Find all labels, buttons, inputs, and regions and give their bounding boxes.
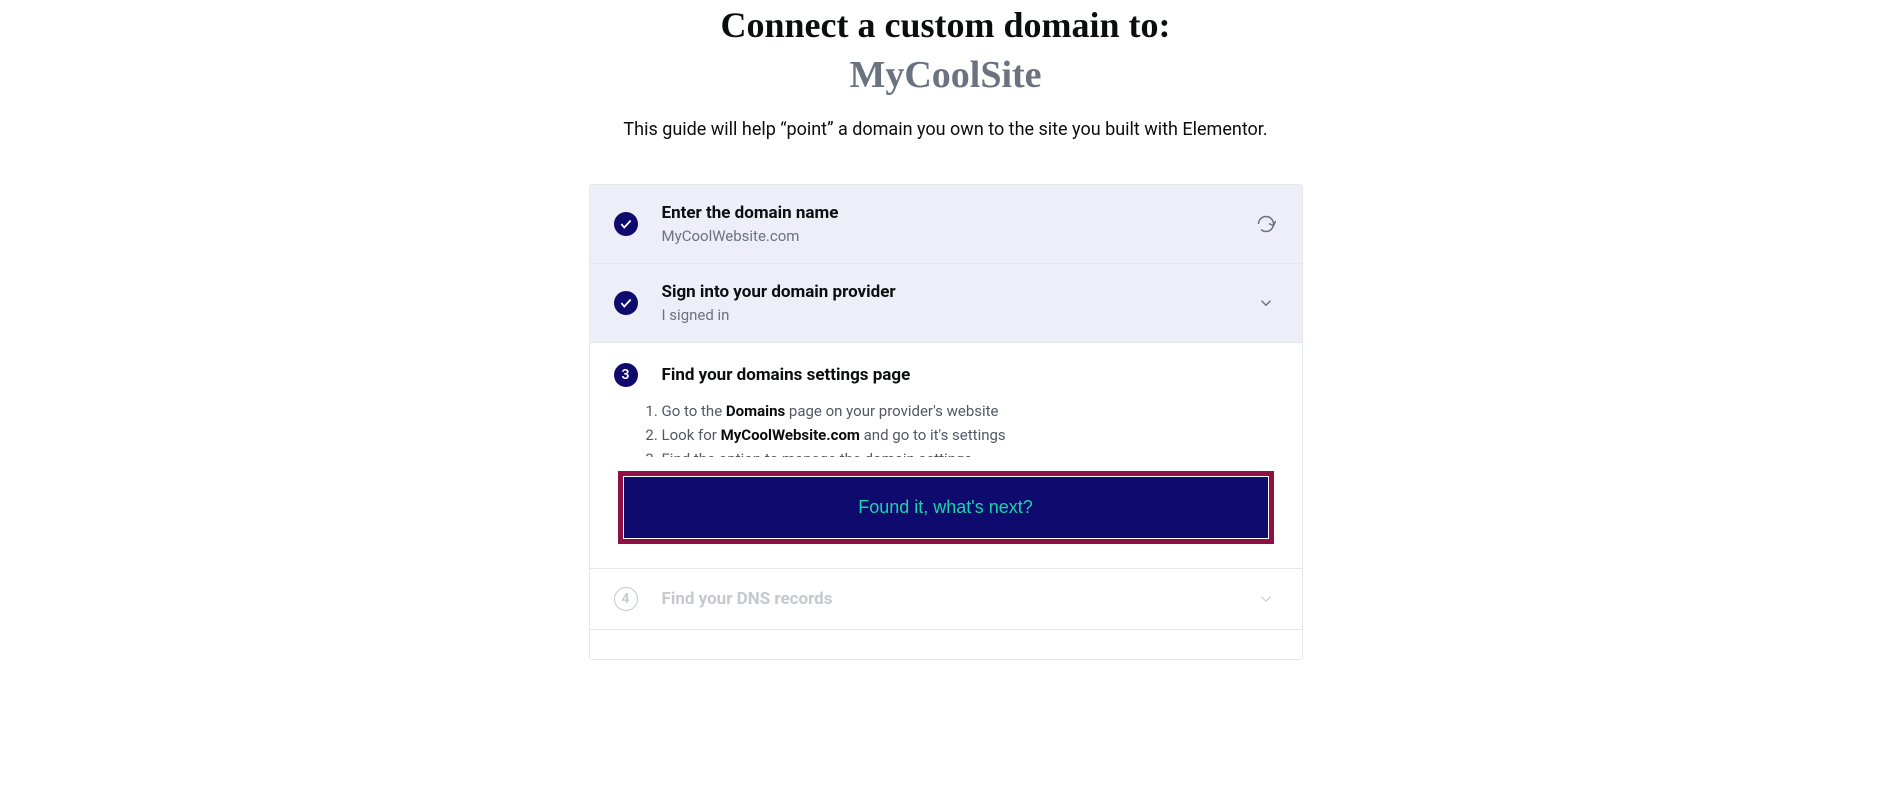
step-find-settings: 3 Find your domains settings page Go to … [590, 343, 1302, 568]
step-sign-in[interactable]: Sign into your domain provider I signed … [590, 264, 1302, 343]
step-instructions: Go to the Domains page on your provider'… [614, 401, 1278, 457]
domain-value: MyCoolWebsite.com [662, 227, 1254, 245]
step-title: Find your domains settings page [662, 365, 911, 385]
step-find-dns[interactable]: 4 Find your DNS records [590, 568, 1302, 629]
step-number-badge: 3 [614, 363, 638, 387]
step-status: I signed in [662, 306, 1254, 324]
step-title: Sign into your domain provider [662, 282, 1254, 302]
page-title-line1: Connect a custom domain to: [721, 4, 1171, 47]
step-title: Enter the domain name [662, 203, 1254, 223]
found-it-button[interactable]: Found it, what's next? [624, 477, 1268, 538]
step-title: Find your DNS records [662, 589, 1254, 609]
chevron-down-icon[interactable] [1254, 291, 1278, 315]
cta-highlight-frame: Found it, what's next? [618, 471, 1274, 544]
check-icon [614, 291, 638, 315]
step-enter-domain[interactable]: Enter the domain name MyCoolWebsite.com [590, 185, 1302, 264]
page-subtitle: This guide will help “point” a domain yo… [623, 119, 1267, 140]
instruction-3: Find the option to manage the domain set… [662, 449, 1278, 458]
step-number-badge: 4 [614, 587, 638, 611]
step-placeholder [590, 629, 1302, 659]
page-title-line2: MyCoolSite [721, 53, 1171, 97]
chevron-down-icon [1254, 587, 1278, 611]
steps-panel: Enter the domain name MyCoolWebsite.com … [589, 184, 1303, 660]
instruction-1: Go to the Domains page on your provider'… [662, 401, 1278, 423]
check-icon [614, 212, 638, 236]
refresh-icon[interactable] [1254, 212, 1278, 236]
instruction-2: Look for MyCoolWebsite.com and go to it'… [662, 425, 1278, 447]
